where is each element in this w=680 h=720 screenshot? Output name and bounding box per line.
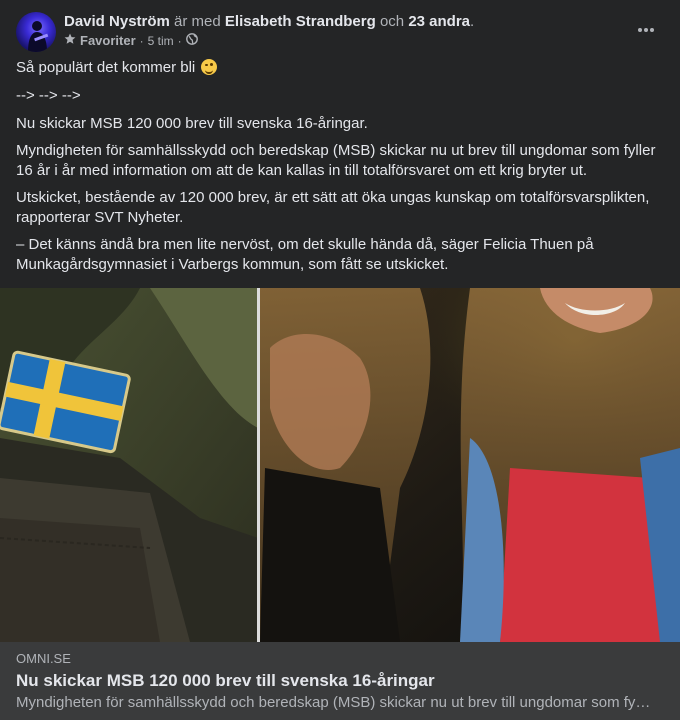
globe-icon[interactable] bbox=[185, 33, 198, 49]
author-avatar[interactable] bbox=[16, 12, 56, 52]
post-text-line: Utskicket, bestående av 120 000 brev, är… bbox=[16, 189, 650, 226]
post-text-line: --> --> --> bbox=[16, 87, 81, 104]
favorites-label[interactable]: Favoriter bbox=[80, 33, 136, 49]
tagged-person[interactable]: Elisabeth Strandberg bbox=[225, 13, 376, 30]
header-text: David Nyström är med Elisabeth Strandber… bbox=[64, 12, 624, 49]
meta-separator-2: · bbox=[177, 34, 182, 48]
post-meta: Favoriter · 5 tim · bbox=[64, 33, 624, 49]
feed-post: David Nyström är med Elisabeth Strandber… bbox=[0, 0, 680, 720]
post-text-line: Myndigheten för samhällsskydd och bereds… bbox=[16, 142, 656, 179]
link-domain: OMNI.SE bbox=[16, 651, 71, 666]
post-text-line: Nu skickar MSB 120 000 brev till svenska… bbox=[16, 115, 368, 132]
end-dot: . bbox=[470, 13, 475, 30]
post-text-line: Så populärt det kommer bli bbox=[16, 58, 664, 78]
more-options-button[interactable] bbox=[628, 12, 664, 48]
header-line: David Nyström är med Elisabeth Strandber… bbox=[64, 12, 624, 31]
post-text-span: Så populärt det kommer bli bbox=[16, 59, 196, 76]
others-link[interactable]: 23 andra bbox=[408, 13, 470, 30]
wink-emoji-icon bbox=[201, 59, 218, 75]
with-text: är med bbox=[174, 13, 221, 30]
post-text-line: – Det känns ändå bra men lite nervöst, o… bbox=[16, 236, 594, 273]
and-text: och bbox=[379, 13, 405, 30]
star-icon bbox=[64, 33, 76, 49]
post-time[interactable]: 5 tim bbox=[148, 33, 174, 49]
post-image[interactable] bbox=[0, 288, 680, 642]
post-header: David Nyström är med Elisabeth Strandber… bbox=[16, 12, 664, 52]
more-horizontal-icon bbox=[638, 28, 654, 32]
link-description: Myndigheten för samhällsskydd och bereds… bbox=[16, 694, 651, 711]
author-name[interactable]: David Nyström bbox=[64, 13, 170, 30]
post-text: Så populärt det kommer bli --> --> --> N… bbox=[16, 58, 664, 282]
link-preview[interactable]: OMNI.SE Nu skickar MSB 120 000 brev till… bbox=[0, 642, 680, 720]
link-title[interactable]: Nu skickar MSB 120 000 brev till svenska… bbox=[16, 671, 435, 691]
meta-separator: · bbox=[139, 34, 144, 48]
